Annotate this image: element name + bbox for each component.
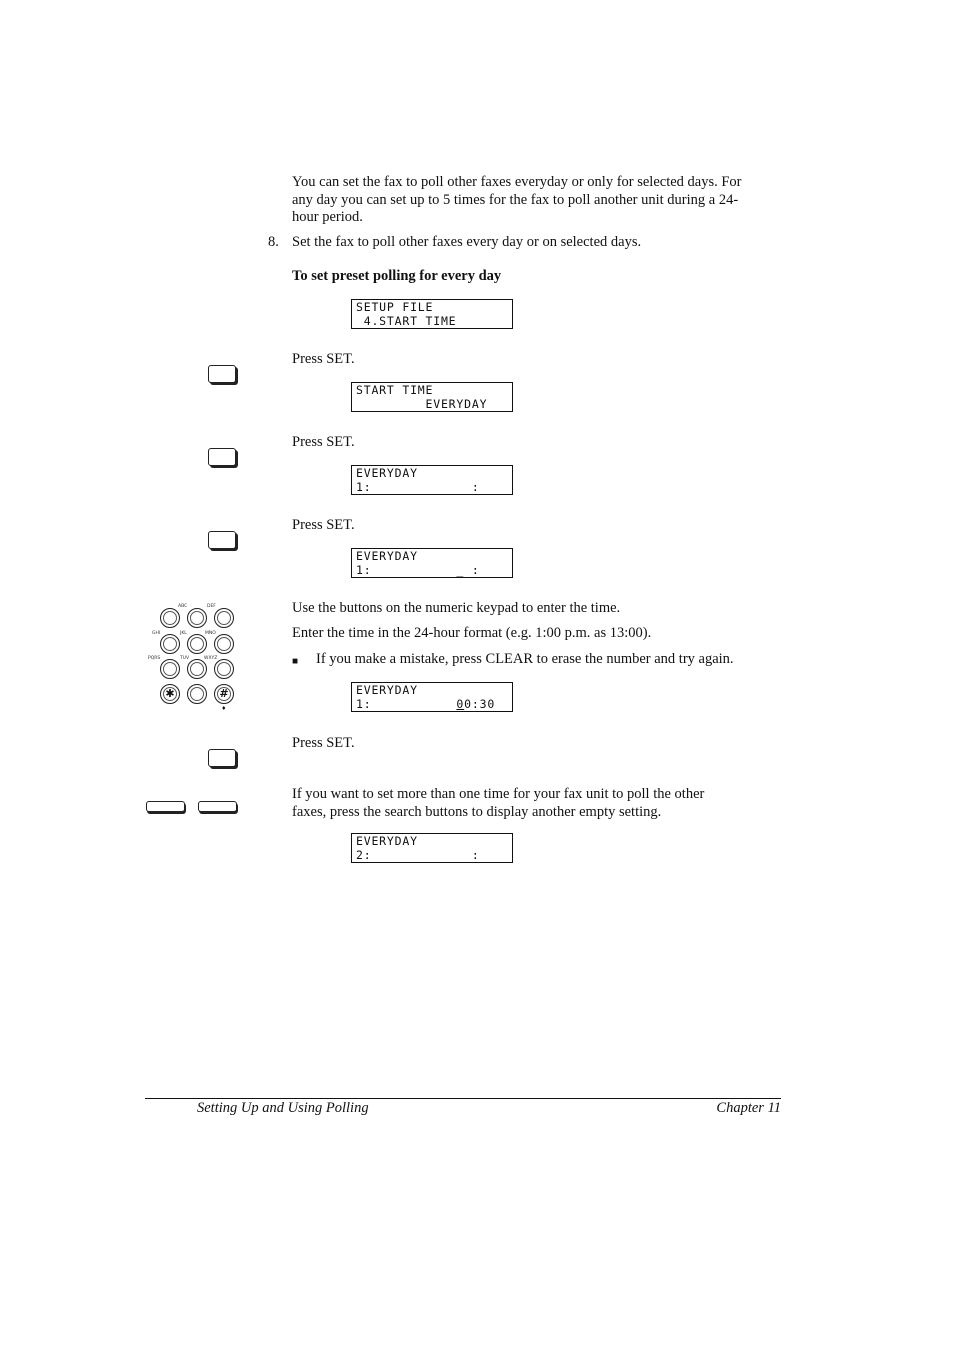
instruction-text: Press SET.	[292, 351, 355, 367]
search-left-button[interactable]	[146, 801, 185, 812]
lcd-display: START TIME EVERYDAY	[351, 382, 513, 412]
bullet-text: If you make a mistake, press CLEAR to er…	[316, 651, 734, 667]
instruction-line: faxes, press the search buttons to displ…	[292, 803, 662, 820]
keypad-key-star[interactable]: ✱	[160, 684, 180, 704]
intro-line: any day you can set up to 5 times for th…	[292, 191, 739, 208]
keypad-key-1[interactable]	[160, 608, 180, 628]
keypad-label: MNO	[205, 631, 216, 636]
instruction-text: Use the buttons on the numeric keypad to…	[292, 600, 621, 616]
step-number: 8.	[268, 234, 279, 250]
cursor-digit: 0	[456, 697, 465, 711]
lcd-line-2: 4.START TIME	[356, 314, 457, 328]
keypad-label: PQRS	[148, 656, 161, 661]
lcd-display: EVERYDAY 1: _ :	[351, 548, 513, 578]
set-key[interactable]	[208, 531, 236, 549]
keypad-label: JKL	[180, 631, 187, 636]
lcd-display: EVERYDAY 2: :	[351, 833, 513, 863]
instruction-text: Press SET.	[292, 434, 355, 450]
keypad-key-6[interactable]	[214, 634, 234, 654]
instruction-line: If you want to set more than one time fo…	[292, 786, 705, 802]
lcd-line-2: 1: :	[356, 480, 480, 494]
lcd-line-1: EVERYDAY	[356, 549, 418, 563]
keypad-key-2[interactable]	[187, 608, 207, 628]
keypad-key-4[interactable]	[160, 634, 180, 654]
footer-divider	[145, 1098, 781, 1099]
footer-section-title: Setting Up and Using Polling	[197, 1100, 369, 1116]
lcd-line-1: EVERYDAY	[356, 834, 418, 848]
bullet-icon: ■	[292, 656, 299, 667]
intro-paragraph: You can set the fax to poll other faxes …	[292, 174, 742, 227]
keypad-key-9[interactable]	[214, 659, 234, 679]
instruction-paragraph: If you want to set more than one time fo…	[292, 786, 704, 821]
keypad-key-3[interactable]	[214, 608, 234, 628]
footer-chapter: Chapter 11	[716, 1100, 781, 1116]
lcd-display: EVERYDAY 1: :	[351, 465, 513, 495]
set-key[interactable]	[208, 749, 236, 767]
lcd-line-2-text: 1: 00:30	[356, 697, 496, 711]
lcd-line-1: EVERYDAY	[356, 683, 418, 697]
instruction-text: Press SET.	[292, 735, 355, 751]
diamond-icon: ♦	[222, 704, 226, 712]
intro-line: You can set the fax to poll other faxes …	[292, 174, 742, 190]
keypad-label: ABC	[178, 604, 188, 609]
intro-line: hour period.	[292, 209, 363, 225]
hash-icon: #	[219, 687, 229, 700]
lcd-line-2: 1: 00:30	[356, 698, 508, 712]
lcd-line-2: EVERYDAY	[356, 397, 488, 411]
lcd-line-2: 1: _ :	[356, 563, 480, 577]
keypad-label: GHI	[152, 631, 161, 636]
keypad-label: TUV	[180, 656, 190, 661]
search-right-button[interactable]	[198, 801, 237, 812]
lcd-display: EVERYDAY 1: 00:30	[351, 682, 513, 712]
set-key[interactable]	[208, 365, 236, 383]
keypad-key-8[interactable]	[187, 659, 207, 679]
step-text: Set the fax to poll other faxes every da…	[292, 234, 642, 250]
lcd-line-1: SETUP FILE	[356, 300, 434, 314]
keypad-key-hash[interactable]: #	[214, 684, 234, 704]
lcd-line-2: 2: :	[356, 848, 480, 862]
keypad-key-7[interactable]	[160, 659, 180, 679]
keypad-label: WXYZ	[204, 656, 218, 661]
lcd-line-1: START TIME	[356, 383, 434, 397]
instruction-text: Press SET.	[292, 517, 355, 533]
keypad-label: DEF	[207, 604, 216, 609]
subheading: To set preset polling for every day	[292, 268, 502, 284]
keypad-key-5[interactable]	[187, 634, 207, 654]
keypad-key-0[interactable]	[187, 684, 207, 704]
instruction-text: Enter the time in the 24-hour format (e.…	[292, 625, 652, 641]
star-icon: ✱	[165, 687, 175, 700]
set-key[interactable]	[208, 448, 236, 466]
numeric-keypad: ABC DEF GHI JKL MNO PQRS TUV WXYZ ✱ # ♦	[145, 600, 245, 715]
lcd-display: SETUP FILE 4.START TIME	[351, 299, 513, 329]
lcd-line-1: EVERYDAY	[356, 466, 418, 480]
